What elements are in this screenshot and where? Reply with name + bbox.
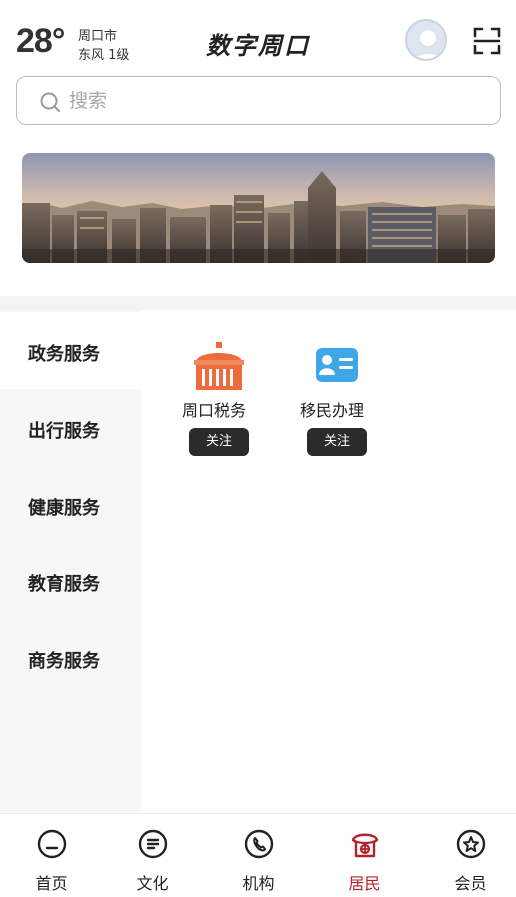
nav-item-culture[interactable]: 文化 <box>101 814 204 897</box>
service-label: 移民办理 <box>299 401 364 420</box>
search-bar[interactable] <box>16 76 501 125</box>
category-item-business[interactable]: 商务服务 <box>0 619 141 696</box>
search-input[interactable] <box>69 86 479 116</box>
service-item-tax[interactable]: 周口税务 关注 <box>169 342 259 462</box>
category-label: 商务服务 <box>28 651 100 672</box>
scan-button[interactable] <box>472 26 502 56</box>
residents-icon <box>351 833 379 858</box>
nav-item-home[interactable]: 首页 <box>0 814 103 897</box>
category-label: 出行服务 <box>28 421 100 442</box>
category-item-gov[interactable]: 政务服务 <box>0 312 141 389</box>
search-icon <box>40 92 60 112</box>
service-label: 周口税务 <box>181 401 246 420</box>
header: 28° 周口市 东风 1级 数字周口 <box>0 0 516 78</box>
category-item-travel[interactable]: 出行服务 <box>0 389 141 466</box>
tax-bureau-icon <box>194 342 244 390</box>
nav-label: 会员 <box>454 874 487 893</box>
nav-label: 居民 <box>348 874 381 893</box>
nav-label: 机构 <box>242 874 275 893</box>
avatar[interactable] <box>405 19 447 61</box>
follow-button[interactable]: 关注 <box>307 428 367 456</box>
service-item-immigration[interactable]: 移民办理 关注 <box>287 342 377 462</box>
category-sidebar: 政务服务 出行服务 健康服务 教育服务 商务服务 <box>0 310 141 814</box>
nav-label: 首页 <box>35 874 68 893</box>
city-banner-image[interactable] <box>22 153 495 263</box>
category-label: 政务服务 <box>28 344 100 365</box>
section-divider <box>0 296 516 310</box>
bottom-nav: 首页 文化 机构 居民 会员 <box>0 813 516 897</box>
phone-icon <box>244 829 274 859</box>
scan-icon <box>473 27 501 55</box>
category-item-health[interactable]: 健康服务 <box>0 466 141 543</box>
category-label: 健康服务 <box>28 498 100 519</box>
category-item-education[interactable]: 教育服务 <box>0 542 141 619</box>
nav-label: 文化 <box>136 874 169 893</box>
home-icon <box>37 829 67 859</box>
nav-item-residents[interactable]: 居民 <box>313 814 416 897</box>
nav-item-institutions[interactable]: 机构 <box>207 814 310 897</box>
id-card-icon <box>316 348 358 382</box>
star-badge-icon <box>456 829 486 859</box>
document-icon <box>138 829 168 859</box>
category-label: 教育服务 <box>28 574 100 595</box>
follow-button[interactable]: 关注 <box>189 428 249 456</box>
city-skyline-image <box>22 153 495 263</box>
nav-item-member[interactable]: 会员 <box>419 814 516 897</box>
